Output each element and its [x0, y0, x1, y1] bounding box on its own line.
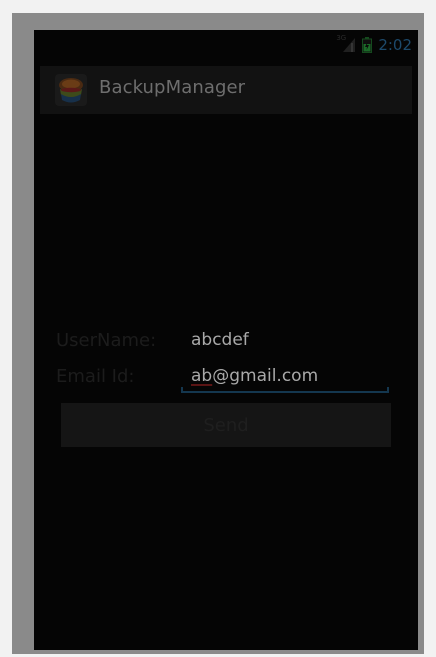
status-clock: 2:02: [378, 36, 412, 54]
signal-icon: 3G: [336, 34, 356, 54]
username-label: UserName:: [56, 330, 157, 351]
email-value-suffix: @gmail.com: [212, 366, 319, 386]
email-field[interactable]: ab@gmail.com: [181, 363, 389, 393]
email-field-underline: [181, 387, 389, 393]
signal-bars-icon: [343, 38, 356, 52]
phone-screen: 3G 2:02 BackupManager UserName: abcdef E…: [34, 30, 418, 650]
action-bar: BackupManager: [40, 66, 412, 114]
battery-icon: [362, 37, 373, 53]
email-value[interactable]: ab@gmail.com: [191, 366, 318, 386]
email-label: Email Id:: [56, 366, 135, 387]
email-value-prefix: ab: [191, 366, 213, 386]
username-value[interactable]: abcdef: [191, 330, 249, 350]
status-bar: 3G 2:02: [34, 30, 418, 60]
app-launcher-icon[interactable]: [54, 73, 88, 107]
app-title: BackupManager: [99, 77, 246, 98]
status-icons: 3G 2:02: [336, 34, 412, 54]
send-button[interactable]: Send: [61, 403, 391, 447]
